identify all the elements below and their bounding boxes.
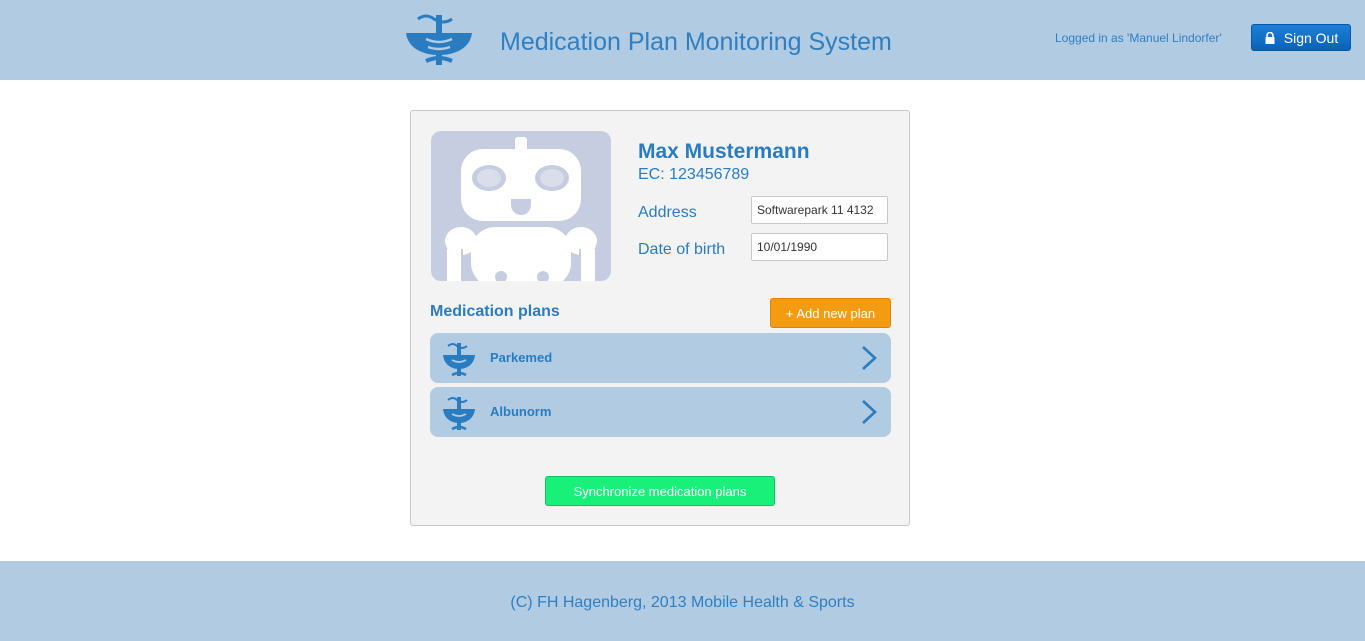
patient-card: Max Mustermann EC: 123456789 Address Sof… bbox=[410, 110, 910, 526]
dob-label: Date of birth bbox=[638, 241, 726, 258]
add-new-plan-button[interactable]: + Add new plan bbox=[770, 298, 891, 328]
synchronize-plans-button[interactable]: Synchronize medication plans bbox=[545, 476, 775, 506]
chevron-right-icon bbox=[862, 346, 877, 370]
footer-copyright: (C) FH Hagenberg, 2013 Mobile Health & S… bbox=[510, 594, 855, 611]
caduceus-icon bbox=[443, 343, 475, 377]
logged-in-user: Logged in as 'Manuel Lindorfer' bbox=[1055, 31, 1222, 45]
medication-plan-item[interactable]: Albunorm bbox=[430, 387, 891, 437]
lock-icon bbox=[1265, 31, 1275, 44]
patient-name: Max Mustermann bbox=[638, 140, 810, 163]
dob-field[interactable]: 10/01/1990 bbox=[751, 233, 888, 261]
chevron-right-icon bbox=[862, 400, 877, 424]
patient-ec: EC: 123456789 bbox=[638, 166, 750, 183]
robot-avatar-icon bbox=[431, 131, 611, 281]
plan-name: Parkemed bbox=[490, 350, 553, 365]
header: Medication Plan Monitoring System Logged… bbox=[0, 0, 1365, 80]
sign-out-button[interactable]: Sign Out bbox=[1251, 24, 1351, 51]
footer: (C) FH Hagenberg, 2013 Mobile Health & S… bbox=[0, 561, 1365, 641]
address-label: Address bbox=[638, 204, 697, 221]
caduceus-icon bbox=[406, 14, 472, 65]
app-title: Medication Plan Monitoring System bbox=[500, 28, 892, 56]
caduceus-icon bbox=[443, 397, 475, 431]
plan-name: Albunorm bbox=[490, 404, 552, 419]
sign-out-label: Sign Out bbox=[1283, 29, 1339, 46]
address-field[interactable]: Softwarepark 11 4132 bbox=[751, 196, 888, 224]
medication-plans-title: Medication plans bbox=[430, 303, 560, 320]
medication-plan-item[interactable]: Parkemed bbox=[430, 333, 891, 383]
